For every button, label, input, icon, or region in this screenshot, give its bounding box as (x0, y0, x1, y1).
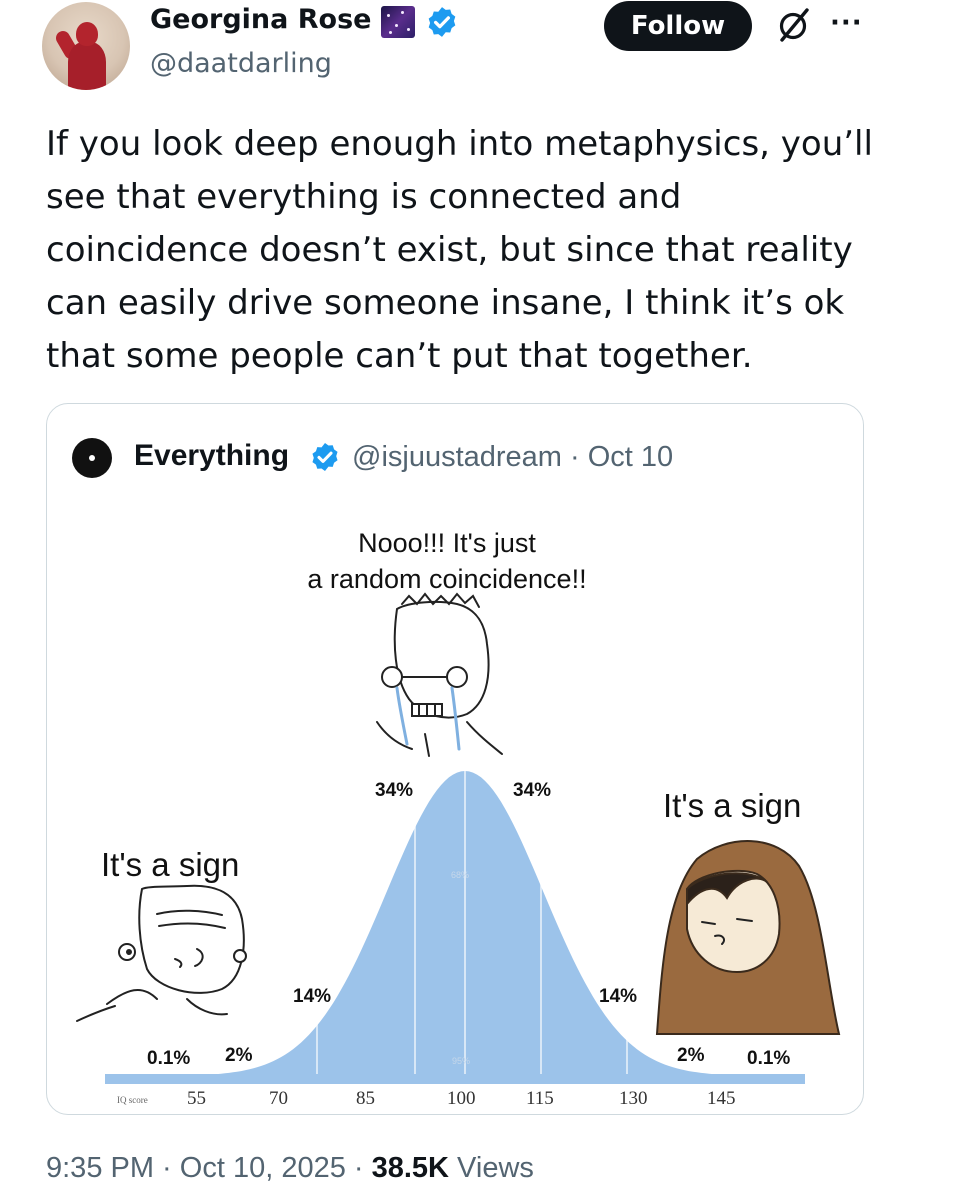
axis-tick-label: 100 (447, 1088, 476, 1109)
center-character-drawing (376, 592, 503, 757)
axis-tick-label: 85 (356, 1088, 375, 1109)
axis-tick-label: 130 (619, 1088, 648, 1109)
grok-icon[interactable] (774, 5, 814, 45)
quoted-post-card[interactable]: Everything @isjuustadream · Oct 10 Nooo!… (46, 403, 864, 1115)
author-handle[interactable]: @daatdarling (150, 48, 332, 79)
tweet-text: If you look deep enough into metaphysics… (46, 118, 906, 383)
milky-way-emoji-icon (381, 6, 415, 38)
avatar-figure-body (68, 42, 106, 90)
emoji-star (401, 11, 404, 14)
left-caption: It's a sign (101, 846, 239, 883)
verified-badge-icon (428, 7, 456, 37)
axis-tick-label: 145 (707, 1088, 736, 1109)
emoji-star (389, 31, 392, 34)
follow-button[interactable]: Follow (604, 1, 752, 51)
pct-left-34: 34% (375, 780, 413, 801)
inner-68: 68% (451, 870, 469, 880)
post-timestamp[interactable]: 9:35 PM · Oct 10, 2025 · 38.5K Views (46, 1152, 534, 1185)
emoji-star (407, 28, 410, 31)
emoji-star (395, 24, 398, 27)
avatar-figure-head (76, 22, 98, 46)
author-display-name[interactable]: Georgina Rose (150, 4, 371, 35)
more-options-icon[interactable]: ··· (830, 8, 863, 38)
left-character-drawing (76, 884, 247, 1022)
emoji-star (387, 14, 390, 17)
views-label: Views (449, 1152, 534, 1184)
axis-tick-label: 70 (269, 1088, 288, 1109)
post-time-date: 9:35 PM · Oct 10, 2025 · (46, 1152, 372, 1184)
bell-curve-meme-image[interactable]: Nooo!!! It's just a random coincidence!!… (47, 404, 864, 1115)
pct-right-outer: 0.1% (747, 1048, 790, 1069)
pct-left-2: 2% (225, 1045, 253, 1066)
axis-tick-label: 55 (187, 1088, 206, 1109)
axis-tick-label: 115 (526, 1088, 554, 1109)
pct-left-14: 14% (293, 986, 331, 1007)
pct-right-34: 34% (513, 780, 551, 801)
right-caption: It's a sign (663, 787, 801, 824)
axis-label: IQ score (117, 1095, 148, 1105)
pct-right-14: 14% (599, 986, 637, 1007)
author-avatar[interactable] (42, 2, 130, 90)
inner-95: 95% (452, 1056, 470, 1066)
top-caption-line-1: Nooo!!! It's just (358, 528, 536, 558)
views-count: 38.5K (371, 1152, 449, 1184)
axis-ticks: 55 70 85 100 115 130 145 (187, 1088, 736, 1109)
pct-left-outer: 0.1% (147, 1048, 190, 1069)
tweet-line: that some people can’t put that together… (46, 336, 753, 376)
tweet-line: coincidence doesn’t exist, but since tha… (46, 230, 853, 270)
tweet-line: see that everything is connected and (46, 177, 682, 217)
pct-right-2: 2% (677, 1045, 705, 1066)
tweet-line: If you look deep enough into metaphysics… (46, 124, 873, 164)
top-caption-line-2: a random coincidence!! (307, 564, 586, 594)
tweet-line: can easily drive someone insane, I think… (46, 283, 845, 323)
right-character-drawing (655, 840, 841, 1035)
